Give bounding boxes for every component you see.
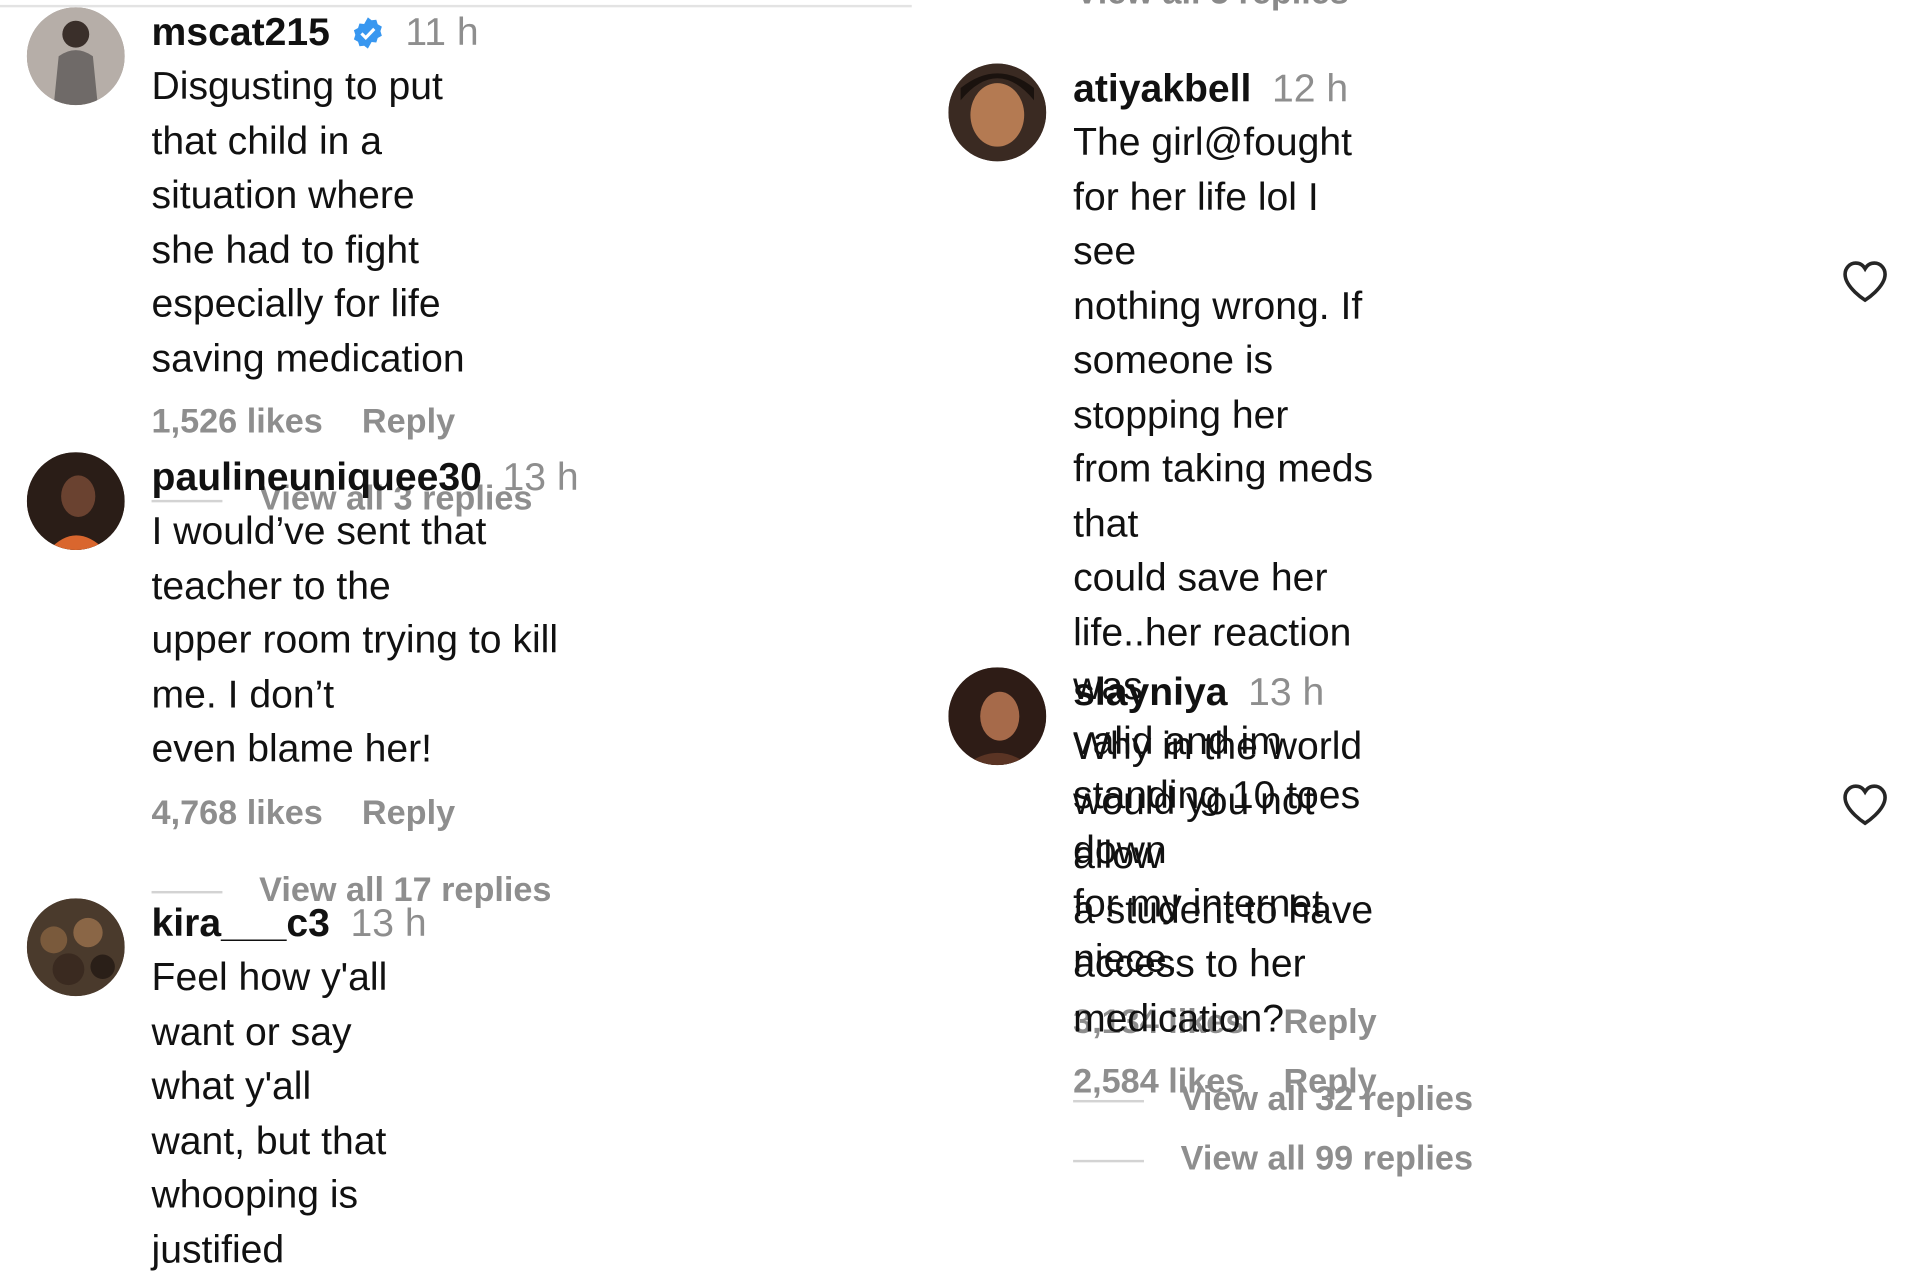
verified-badge-icon bbox=[353, 17, 382, 49]
username[interactable]: mscat215 bbox=[152, 10, 330, 54]
username[interactable]: atiyakbell bbox=[1073, 66, 1251, 110]
timestamp: 12 h bbox=[1272, 65, 1349, 110]
timestamp: 11 h bbox=[405, 9, 479, 54]
reply-button[interactable]: Reply bbox=[362, 402, 455, 440]
comments-screenshot: View all 5 replies mscat215 11 h Disgust… bbox=[0, 0, 1914, 1270]
comment-text: Disgusting to put that child in a situat… bbox=[151, 63, 465, 380]
heart-icon[interactable] bbox=[1841, 259, 1890, 303]
avatar[interactable] bbox=[948, 667, 1047, 766]
replies-divider bbox=[151, 890, 223, 893]
username[interactable]: slayniya bbox=[1073, 670, 1227, 714]
avatar[interactable] bbox=[26, 7, 125, 106]
comment-text: Feel how y'all want or say what y'all wa… bbox=[151, 954, 388, 1271]
timestamp: 13 h bbox=[1248, 669, 1325, 714]
heart-icon[interactable] bbox=[1841, 782, 1890, 826]
like-count[interactable]: 1,526 likes bbox=[152, 402, 323, 440]
avatar[interactable] bbox=[26, 452, 125, 550]
like-count[interactable]: 4,768 likes bbox=[152, 793, 323, 831]
comment-text: Why in the world would you not allow a s… bbox=[1073, 723, 1374, 1040]
timestamp: 13 h bbox=[350, 900, 427, 945]
avatar[interactable] bbox=[948, 63, 1047, 162]
reply-button[interactable]: Reply bbox=[362, 793, 455, 831]
avatar[interactable] bbox=[26, 898, 125, 997]
replies-divider bbox=[1073, 1159, 1144, 1163]
clipped-view-replies-link[interactable]: View all 5 replies bbox=[1076, 0, 1349, 12]
username[interactable]: kira___c3 bbox=[152, 901, 330, 945]
username[interactable]: paulineuniquee30 bbox=[152, 455, 482, 499]
comment-text: I would’ve sent that teacher to the uppe… bbox=[151, 508, 559, 770]
timestamp: 13 h bbox=[502, 454, 579, 499]
like-count[interactable]: 2,584 likes bbox=[1073, 1062, 1244, 1100]
reply-button[interactable]: Reply bbox=[1283, 1062, 1376, 1100]
view-replies-label[interactable]: View all 99 replies bbox=[1181, 1139, 1473, 1178]
